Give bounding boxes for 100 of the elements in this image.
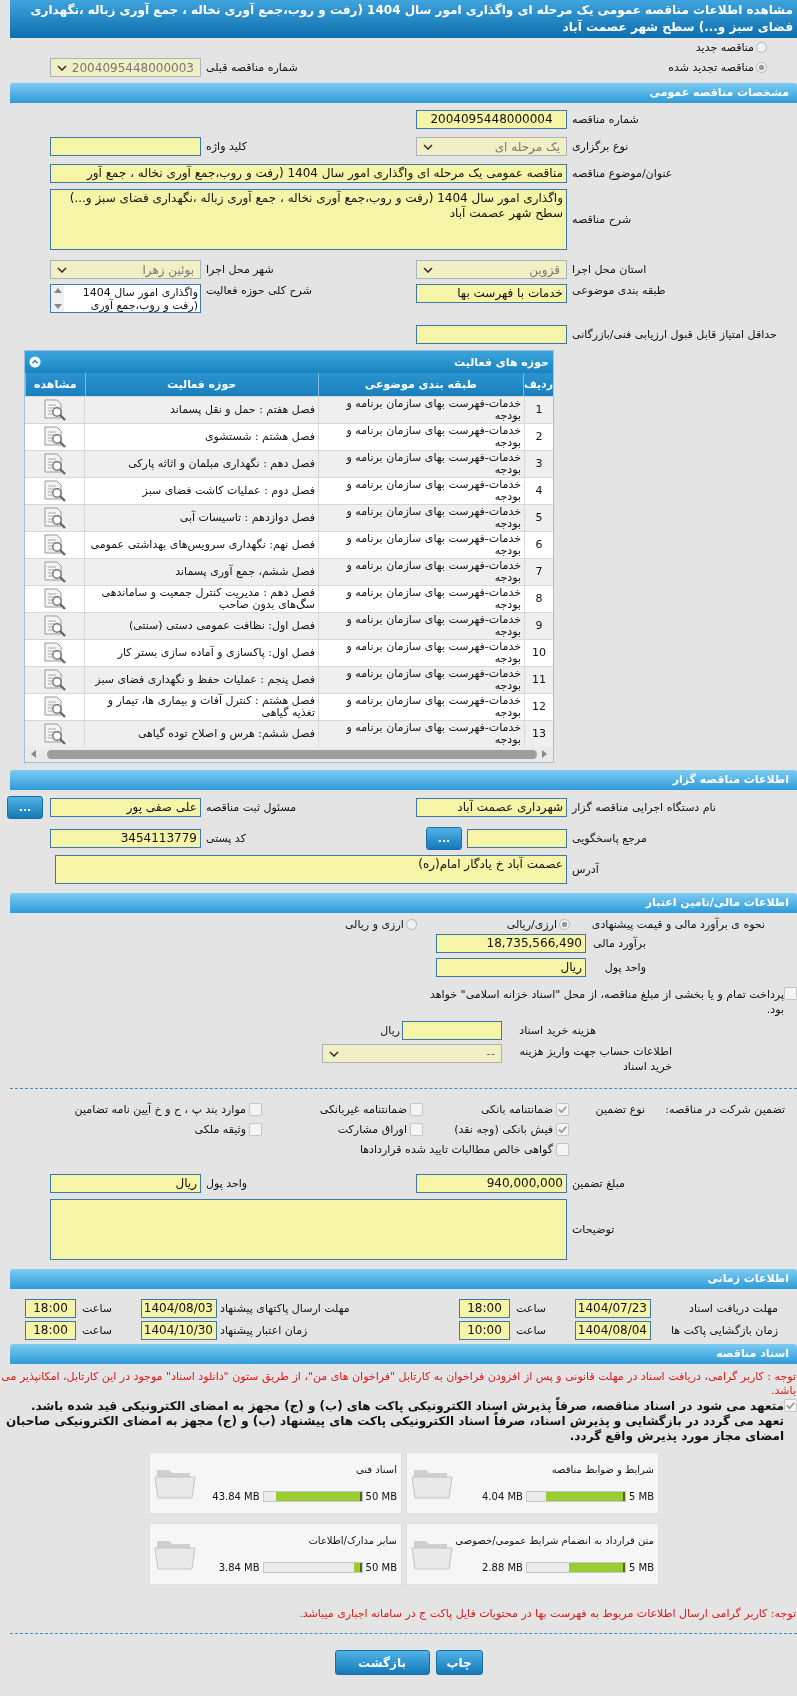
- field-label: نوع تضمین: [594, 1103, 645, 1116]
- text-field[interactable]: علی صفی پور: [50, 798, 201, 817]
- date-field[interactable]: 1404/07/23: [575, 1299, 651, 1318]
- date-field[interactable]: 1404/10/30: [141, 1321, 217, 1340]
- table-cell-text: خدمات-فهرست بهای سازمان برنامه و بودجه: [345, 641, 521, 665]
- browse-button[interactable]: ...: [426, 827, 462, 850]
- date-field[interactable]: 1404/08/03: [141, 1299, 217, 1318]
- notice-text: توجه: کاربر گرامی ارسال اطلاعات مربوط به فهرست بها در محتویات فایل پاکت ج در سامانه اجباری میباشد.: [298, 1607, 797, 1621]
- table-title: حوزه های فعالیت: [454, 355, 549, 369]
- checkbox[interactable]: [410, 1103, 423, 1116]
- text-field[interactable]: [416, 325, 567, 344]
- chevron-down-icon: [423, 143, 433, 150]
- back-button[interactable]: بازگشت: [334, 1650, 430, 1675]
- chevron-down-icon: [423, 266, 433, 273]
- text-field[interactable]: 18,735,566,490: [436, 934, 586, 953]
- dropdown[interactable]: قزوین: [416, 260, 567, 279]
- document-search-icon[interactable]: [42, 399, 67, 421]
- checkbox[interactable]: [784, 1399, 797, 1412]
- table-cell-text: خدمات-فهرست بهای سازمان برنامه و بودجه: [345, 398, 521, 422]
- checkbox[interactable]: [556, 1103, 569, 1116]
- time-field[interactable]: 10:00: [459, 1321, 510, 1340]
- table-cell-text: فصل دهم : مدیریت کنترل جمعیت و ساماندهی سگ‌های بدون صاحب: [100, 587, 315, 611]
- checkbox[interactable]: [249, 1103, 262, 1116]
- checkbox-label: گواهی خالص مطالبات تایید شده قراردادها: [359, 1143, 553, 1156]
- field-label: شماره مناقصه قبلی: [206, 61, 298, 74]
- text-field[interactable]: 2004095448000004: [416, 110, 567, 129]
- field-label: زمان بازگشایی پاکت ها: [670, 1324, 778, 1337]
- field-label: مهلت دریافت اسناد: [689, 1302, 778, 1315]
- notice-text: توجه : کاربر گرامی، دریافت اسناد در مهلت قانونی و پس از افزودن فراخوان به کارتابل "فراخوان های من"، از طریق ستون "دانلود اسناد" موجود در این کارتابل، امکانپذیر می باشد.: [0, 1370, 797, 1397]
- field-label: توضیحات: [572, 1223, 615, 1236]
- text-field[interactable]: شهرداری عصمت آباد: [416, 798, 567, 817]
- document-search-icon[interactable]: [42, 723, 67, 745]
- table-cell-text: خدمات-فهرست بهای سازمان برنامه و بودجه: [345, 560, 521, 584]
- document-search-icon[interactable]: [42, 642, 67, 664]
- dropdown[interactable]: بوئین زهرا: [50, 260, 201, 279]
- text-field[interactable]: [402, 1021, 502, 1040]
- text-field[interactable]: 940,000,000: [416, 1174, 567, 1193]
- browse-button[interactable]: ...: [7, 796, 43, 819]
- collapse-icon[interactable]: [29, 356, 41, 368]
- time-field[interactable]: 18:00: [25, 1299, 76, 1318]
- document-search-icon[interactable]: [42, 507, 67, 529]
- document-search-icon[interactable]: [42, 561, 67, 583]
- text-field[interactable]: ریال: [50, 1174, 201, 1193]
- text-area[interactable]: عصمت آباد خ یادگار امام(ره): [55, 855, 567, 884]
- document-search-icon[interactable]: [42, 588, 67, 610]
- document-search-icon[interactable]: [42, 480, 67, 502]
- field-label: شرح کلی حوزه فعالیت: [206, 284, 312, 297]
- document-search-icon[interactable]: [42, 453, 67, 475]
- text-field[interactable]: خدمات با فهرست بها: [416, 284, 567, 303]
- checkbox-label: ضمانتنامه بانکی: [480, 1103, 553, 1116]
- field-label: واحد پول: [603, 961, 646, 974]
- document-search-icon[interactable]: [42, 696, 67, 718]
- checkbox[interactable]: [556, 1123, 569, 1136]
- time-field[interactable]: 18:00: [25, 1321, 76, 1340]
- field-label: برآورد مالی: [592, 937, 646, 950]
- field-label: نوع برگزاری: [572, 140, 629, 153]
- horizontal-scrollbar[interactable]: [25, 747, 553, 762]
- radio-button[interactable]: [756, 42, 767, 53]
- checkbox[interactable]: [556, 1143, 569, 1156]
- table-cell: 3: [535, 458, 543, 470]
- text-area[interactable]: واگذاری امور سال 1404 (رفت و روب،جمع آوری نخاله ، جمع آوری زباله ،نگهداری فضای سبز و...) سطح شهر عصمت آباد: [50, 189, 567, 250]
- document-search-icon[interactable]: [42, 615, 67, 637]
- checkbox[interactable]: [784, 987, 797, 1000]
- pledge-text: متعهد می شود در اسناد مناقصه، صرفاً پذیرش اسناد الکترونیکی پاکت های (ب) و (ج) مجهز به امضای الکترونیکی قید شده باشد. تعهد می گردد در بازگشایی و پذیرش اسناد، صرفاً اسناد الکترونیکی پاکت های پیشنهاد (ب) و (ج) مجهز به امضای الکترونیکی صاحبان امضای مجاز مورد پذیرش واقع گردد.: [5, 1399, 784, 1444]
- field-label: مهلت ارسال پاکتهای پیشنهاد: [220, 1302, 350, 1315]
- text-field[interactable]: 3454113779: [50, 829, 201, 848]
- dropdown[interactable]: 2004095448000003: [50, 58, 201, 77]
- checkbox[interactable]: [410, 1123, 423, 1136]
- checkbox[interactable]: [249, 1123, 262, 1136]
- radio-button[interactable]: [756, 62, 767, 73]
- dropdown[interactable]: --: [322, 1044, 502, 1063]
- text-field[interactable]: مناقصه عمومی یک مرحله ای واگذاری امور سال 1404 (رفت و روب،جمع آوری نخاله ، جمع آور: [50, 164, 567, 183]
- text-field[interactable]: [50, 137, 201, 156]
- document-search-icon[interactable]: [42, 669, 67, 691]
- field-label: آدرس: [572, 863, 599, 876]
- size-label: 50 MB: [365, 1562, 397, 1573]
- vertical-scrollbar[interactable]: [51, 285, 64, 312]
- date-field[interactable]: 1404/08/04: [575, 1321, 651, 1340]
- list-box[interactable]: واگذاری امور سال 1404 (رفت و روب،جمع آوری: [50, 284, 201, 313]
- document-name: اسناد فنی: [355, 1464, 397, 1475]
- table-cell: 9: [535, 620, 543, 632]
- table-cell-text: خدمات-فهرست بهای سازمان برنامه و بودجه: [345, 506, 521, 530]
- table-cell: 8: [535, 593, 543, 605]
- time-field[interactable]: 18:00: [459, 1299, 510, 1318]
- field-label: نام دستگاه اجرایی مناقصه گزار: [572, 801, 716, 814]
- document-search-icon[interactable]: [42, 426, 67, 448]
- radio-button[interactable]: [559, 919, 570, 930]
- size-label: 3.84 MB: [218, 1562, 260, 1573]
- radio-button[interactable]: [405, 919, 417, 930]
- field-label: اطلاعات حساب جهت واریز هزینه خرید اسناد: [518, 1044, 672, 1074]
- field-label: زمان اعتبار پیشنهاد: [220, 1324, 308, 1337]
- text-field[interactable]: [467, 829, 567, 848]
- field-label: عنوان/موضوع مناقصه: [572, 167, 673, 180]
- field-label: مرجع پاسخگویی: [572, 832, 647, 845]
- document-search-icon[interactable]: [42, 534, 67, 556]
- document-name: سایر مدارک/اطلاعات: [307, 1535, 397, 1546]
- text-area[interactable]: [50, 1199, 567, 1260]
- table-cell-text: خدمات-فهرست بهای سازمان برنامه و بودجه: [345, 452, 521, 476]
- text-field[interactable]: ریال: [436, 958, 586, 977]
- dropdown[interactable]: یک مرحله ای: [416, 137, 567, 156]
